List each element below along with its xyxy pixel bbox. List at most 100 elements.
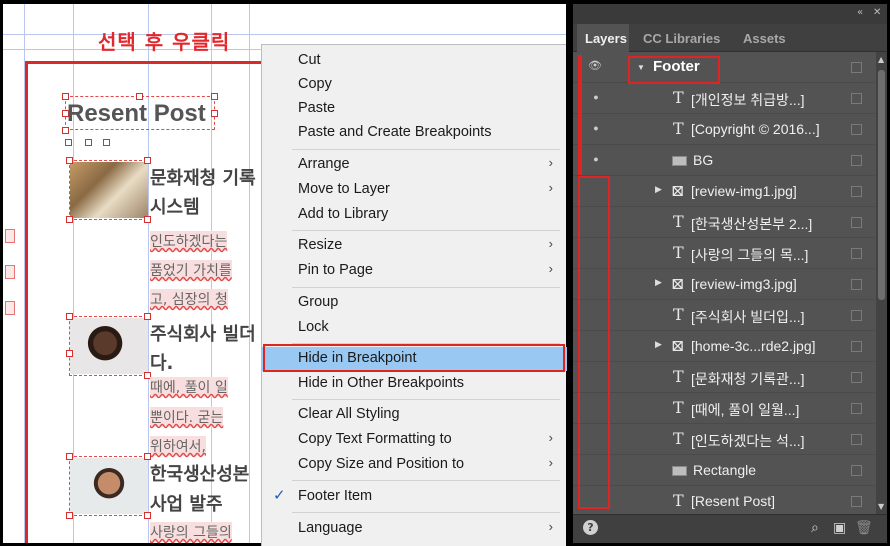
resize-handle[interactable] [211, 93, 218, 100]
resize-handle[interactable] [66, 313, 73, 320]
resize-handle[interactable] [103, 139, 110, 146]
menu-item-label: Hide in Breakpoint [298, 350, 417, 366]
menu-item-group[interactable]: Group [262, 291, 567, 315]
rectangle-layer-icon [672, 156, 687, 166]
layer-select-box[interactable] [851, 403, 862, 414]
resize-handle[interactable] [144, 453, 151, 460]
menu-item-copy-size-position[interactable]: Copy Size and Position to › [262, 453, 567, 477]
layer-select-box[interactable] [851, 496, 862, 507]
resize-handle[interactable] [62, 127, 69, 134]
layer-row[interactable]: T [문화재청 기록관...] [573, 362, 875, 393]
menu-item-resize[interactable]: Resize › [262, 234, 567, 258]
layer-row[interactable]: ▶ ⊠ [review-img1.jpg] [573, 176, 875, 207]
menu-item-cut[interactable]: Cut [262, 49, 567, 73]
text-layer-icon: T [673, 119, 684, 138]
search-icon[interactable]: ⌕ [811, 520, 819, 536]
text-layer-icon: T [673, 367, 684, 386]
resize-handle[interactable] [66, 216, 73, 223]
layer-select-box[interactable] [851, 248, 862, 259]
post-thumbnail-man[interactable] [70, 458, 148, 514]
menu-item-clear-all-styling[interactable]: Clear All Styling [262, 403, 567, 427]
help-icon[interactable]: ? [583, 520, 598, 535]
post-thumbnail-excavator[interactable] [70, 162, 148, 218]
layer-list-scrollbar[interactable]: ▲ ▼ [876, 52, 887, 514]
resize-handle[interactable] [211, 110, 218, 117]
post-thumbnail-woman[interactable] [70, 318, 148, 374]
post-title-line: 주식회사 빌더 [150, 324, 256, 345]
menu-item-paste[interactable]: Paste [262, 97, 567, 121]
layer-select-box[interactable] [851, 434, 862, 445]
resize-handle[interactable] [66, 512, 73, 519]
menu-item-copy[interactable]: Copy [262, 73, 567, 97]
menu-item-paste-create-breakpoints[interactable]: Paste and Create Breakpoints [262, 121, 567, 145]
layer-select-box[interactable] [851, 62, 862, 73]
layer-select-box[interactable] [851, 217, 862, 228]
resize-handle[interactable] [62, 93, 69, 100]
post-body-line: 고, 심장의 청 [150, 289, 228, 309]
context-menu: Cut Copy Paste Paste and Create Breakpoi… [261, 44, 567, 546]
layer-row[interactable]: T [한국생산성본부 2...] [573, 207, 875, 238]
menu-item-pin-to-page[interactable]: Pin to Page › [262, 259, 567, 283]
menu-item-hide-in-other-breakpoints[interactable]: Hide in Other Breakpoints [262, 372, 567, 396]
layer-row[interactable]: T [Resent Post] [573, 486, 875, 517]
layer-select-box[interactable] [851, 186, 862, 197]
menu-item-footer-item[interactable]: ✓ Footer Item [262, 485, 567, 509]
resize-handle[interactable] [136, 93, 143, 100]
visibility-dot-icon[interactable]: ● [591, 154, 601, 164]
close-panel-icon[interactable]: ✕ [873, 7, 881, 18]
menu-item-arrange[interactable]: Arrange › [262, 153, 567, 177]
menu-item-language[interactable]: Language › [262, 517, 567, 541]
resize-handle[interactable] [144, 313, 151, 320]
resize-handle[interactable] [85, 139, 92, 146]
layer-row[interactable]: Rectangle [573, 455, 875, 486]
menu-item-copy-text-formatting[interactable]: Copy Text Formatting to › [262, 428, 567, 452]
delete-layer-icon[interactable]: 🗑 [855, 520, 873, 536]
menu-item-lock[interactable]: Lock [262, 316, 567, 340]
layer-row[interactable]: ● T [Copyright © 2016...] [573, 114, 875, 145]
expand-triangle-icon[interactable]: ▶ [655, 184, 662, 195]
menu-item-hide-in-breakpoint[interactable]: Hide in Breakpoint [262, 347, 567, 371]
resize-handle[interactable] [66, 453, 73, 460]
layer-row[interactable]: ▶ ⊠ [review-img3.jpg] [573, 269, 875, 300]
layer-select-box[interactable] [851, 310, 862, 321]
tab-cc-libraries[interactable]: CC Libraries [633, 24, 733, 52]
layer-row[interactable]: T [때에, 풀이 일월...] [573, 393, 875, 424]
tab-layers[interactable]: Layers [577, 24, 629, 52]
layer-select-box[interactable] [851, 93, 862, 104]
layer-row[interactable]: T [주식회사 빌더입...] [573, 300, 875, 331]
layer-select-box[interactable] [851, 465, 862, 476]
scroll-down-arrow-icon[interactable]: ▼ [878, 502, 884, 511]
layer-select-box[interactable] [851, 155, 862, 166]
layer-row[interactable]: T [인도하겠다는 석...] [573, 424, 875, 455]
layer-select-box[interactable] [851, 279, 862, 290]
scrollbar-thumb[interactable] [878, 70, 885, 300]
layer-row-footer[interactable]: 👁 ▼ Footer [573, 52, 875, 83]
scroll-up-arrow-icon[interactable]: ▲ [878, 55, 884, 64]
layer-row[interactable]: ● BG [573, 145, 875, 176]
layer-select-box[interactable] [851, 341, 862, 352]
visibility-dot-icon[interactable]: ● [591, 92, 601, 102]
visibility-dot-icon[interactable]: ● [591, 123, 601, 133]
resize-handle[interactable] [144, 157, 151, 164]
collapse-panel-icon[interactable]: « [857, 7, 863, 18]
layer-row[interactable]: ▶ ⊠ [home-3c...rde2.jpg] [573, 331, 875, 362]
expand-triangle-icon[interactable]: ▶ [655, 339, 662, 350]
ruler-mark [5, 301, 15, 315]
layer-select-box[interactable] [851, 372, 862, 383]
layer-row[interactable]: ● T [개인정보 취급방...] [573, 83, 875, 114]
tab-assets[interactable]: Assets [733, 24, 793, 52]
expand-triangle-icon[interactable]: ▶ [655, 277, 662, 288]
resize-handle[interactable] [66, 157, 73, 164]
layer-select-box[interactable] [851, 124, 862, 135]
eye-icon[interactable]: 👁 [588, 59, 602, 72]
menu-item-label: Cut [298, 52, 321, 68]
layer-row[interactable]: T [사랑의 그들의 목...] [573, 238, 875, 269]
resize-handle[interactable] [65, 139, 72, 146]
menu-item-move-to-layer[interactable]: Move to Layer › [262, 178, 567, 202]
menu-item-add-to-library[interactable]: Add to Library [262, 203, 567, 227]
layer-name: [review-img1.jpg] [691, 183, 797, 199]
post-body-line: 뿐이다. 굳는 [150, 407, 224, 427]
checkmark-icon: ✓ [273, 487, 286, 504]
new-layer-icon[interactable]: ▣ [833, 520, 846, 536]
resize-handle[interactable] [66, 350, 73, 357]
